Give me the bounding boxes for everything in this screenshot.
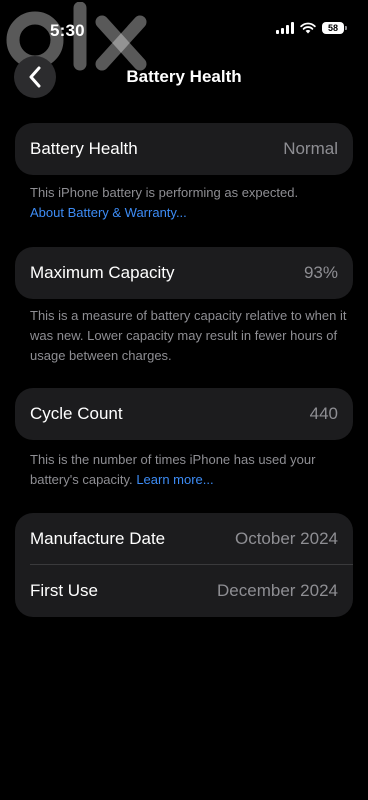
cycle-count-value: 440 [309, 404, 338, 423]
maximum-capacity-row: Maximum Capacity 93% [15, 247, 353, 299]
first-use-value: December 2024 [217, 581, 338, 600]
about-battery-warranty-link[interactable]: About Battery & Warranty... [30, 203, 350, 223]
manufacture-date-label: Manufacture Date [30, 528, 166, 548]
cycle-count-card: Cycle Count 440 [15, 388, 353, 440]
maximum-capacity-value: 93% [303, 263, 338, 282]
first-use-row: First Use December 2024 [15, 565, 353, 617]
battery-health-row: Battery Health Normal [15, 123, 353, 175]
dates-card: Manufacture Date October 2024 First Use … [15, 513, 353, 617]
page-title: Battery Health [126, 67, 242, 86]
status-time: 5:30 [50, 21, 85, 40]
status-bar: 5:30 58 [0, 0, 368, 54]
cellular-signal-icon [276, 22, 294, 34]
maximum-capacity-card: Maximum Capacity 93% [15, 247, 353, 299]
battery-health-value: Normal [283, 139, 338, 158]
manufacture-date-row: Manufacture Date October 2024 [15, 513, 353, 564]
wifi-icon [300, 22, 316, 34]
battery-health-label: Battery Health [30, 139, 138, 158]
maximum-capacity-label: Maximum Capacity [30, 263, 175, 282]
battery-health-card: Battery Health Normal [15, 123, 353, 175]
maximum-capacity-footnote: This is a measure of battery capacity re… [30, 308, 347, 363]
first-use-label: First Use [30, 581, 98, 600]
cycle-count-label: Cycle Count [30, 404, 123, 423]
status-icons: 58 [276, 22, 347, 34]
cycle-count-row: Cycle Count 440 [15, 388, 353, 440]
cycle-count-footnote: This is the number of times iPhone has u… [30, 450, 350, 490]
battery-health-description: This iPhone battery is performing as exp… [30, 185, 299, 200]
battery-icon: 58 [322, 22, 347, 34]
manufacture-date-value: October 2024 [234, 528, 338, 548]
battery-health-footnote: This iPhone battery is performing as exp… [30, 183, 350, 223]
learn-more-link[interactable]: Learn more... [136, 472, 213, 487]
